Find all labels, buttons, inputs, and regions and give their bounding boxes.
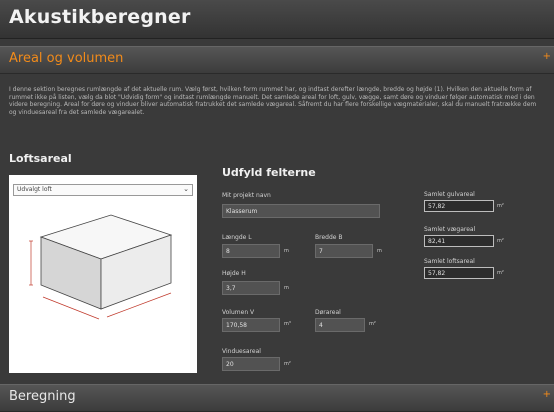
total-floor-unit: m² (497, 203, 504, 209)
window-area-label: Vinduesareal (222, 348, 261, 355)
volume-input[interactable]: 170,58 (222, 318, 280, 332)
section-calculation-header[interactable]: Beregning + (0, 384, 554, 412)
total-floor-output: 57,82 (424, 200, 494, 212)
app-header: Akustikberegner (0, 0, 554, 39)
width-label: Bredde B (315, 234, 343, 241)
ceiling-heading: Loftsareal (9, 152, 72, 165)
door-area-input[interactable]: 4 (315, 318, 365, 332)
chevron-down-icon: ⌄ (183, 185, 189, 193)
total-ceiling-output: 57,82 (424, 267, 494, 279)
door-area-unit: m² (369, 321, 376, 327)
total-wall-label: Samlet vægareal (424, 226, 476, 233)
length-input[interactable]: 8 (222, 244, 280, 258)
height-unit: m (284, 285, 289, 291)
height-input[interactable]: 3,7 (222, 281, 280, 295)
length-label: Længde L (222, 234, 252, 241)
total-floor-label: Samlet gulvareal (424, 191, 475, 198)
project-name-input[interactable]: Klasserum (222, 204, 380, 218)
room-box-illustration (29, 214, 173, 320)
total-wall-unit: m² (497, 238, 504, 244)
window-area-unit: m² (284, 361, 291, 367)
section-calculation-title: Beregning (9, 389, 76, 404)
expand-icon[interactable]: + (543, 51, 551, 62)
section-area-volume-title: Areal og volumen (9, 51, 124, 66)
window-area-input[interactable]: 20 (222, 357, 280, 371)
length-unit: m (284, 248, 289, 254)
height-label: Højde H (222, 270, 246, 277)
volume-unit: m³ (284, 321, 291, 327)
app-title: Akustikberegner (9, 6, 191, 28)
width-input[interactable]: 7 (315, 244, 373, 258)
section-area-volume-header[interactable]: Areal og volumen + (0, 46, 554, 74)
room-shape-select-value: Udvalgt loft (17, 186, 52, 193)
project-name-label: Mit projekt navn (222, 192, 271, 199)
width-unit: m (377, 248, 382, 254)
door-area-label: Dørareal (315, 309, 341, 316)
total-ceiling-unit: m² (497, 270, 504, 276)
form-heading: Udfyld felterne (222, 166, 316, 179)
expand-icon[interactable]: + (543, 389, 551, 400)
volume-label: Volumen V (222, 309, 255, 316)
room-shape-panel: Udvalgt loft ⌄ (9, 175, 197, 373)
total-wall-output: 82,41 (424, 235, 494, 247)
total-ceiling-label: Samlet loftsareal (424, 258, 475, 265)
intro-text: I denne sektion beregnes rumlængde af de… (9, 86, 537, 116)
room-shape-select[interactable]: Udvalgt loft ⌄ (13, 184, 193, 196)
